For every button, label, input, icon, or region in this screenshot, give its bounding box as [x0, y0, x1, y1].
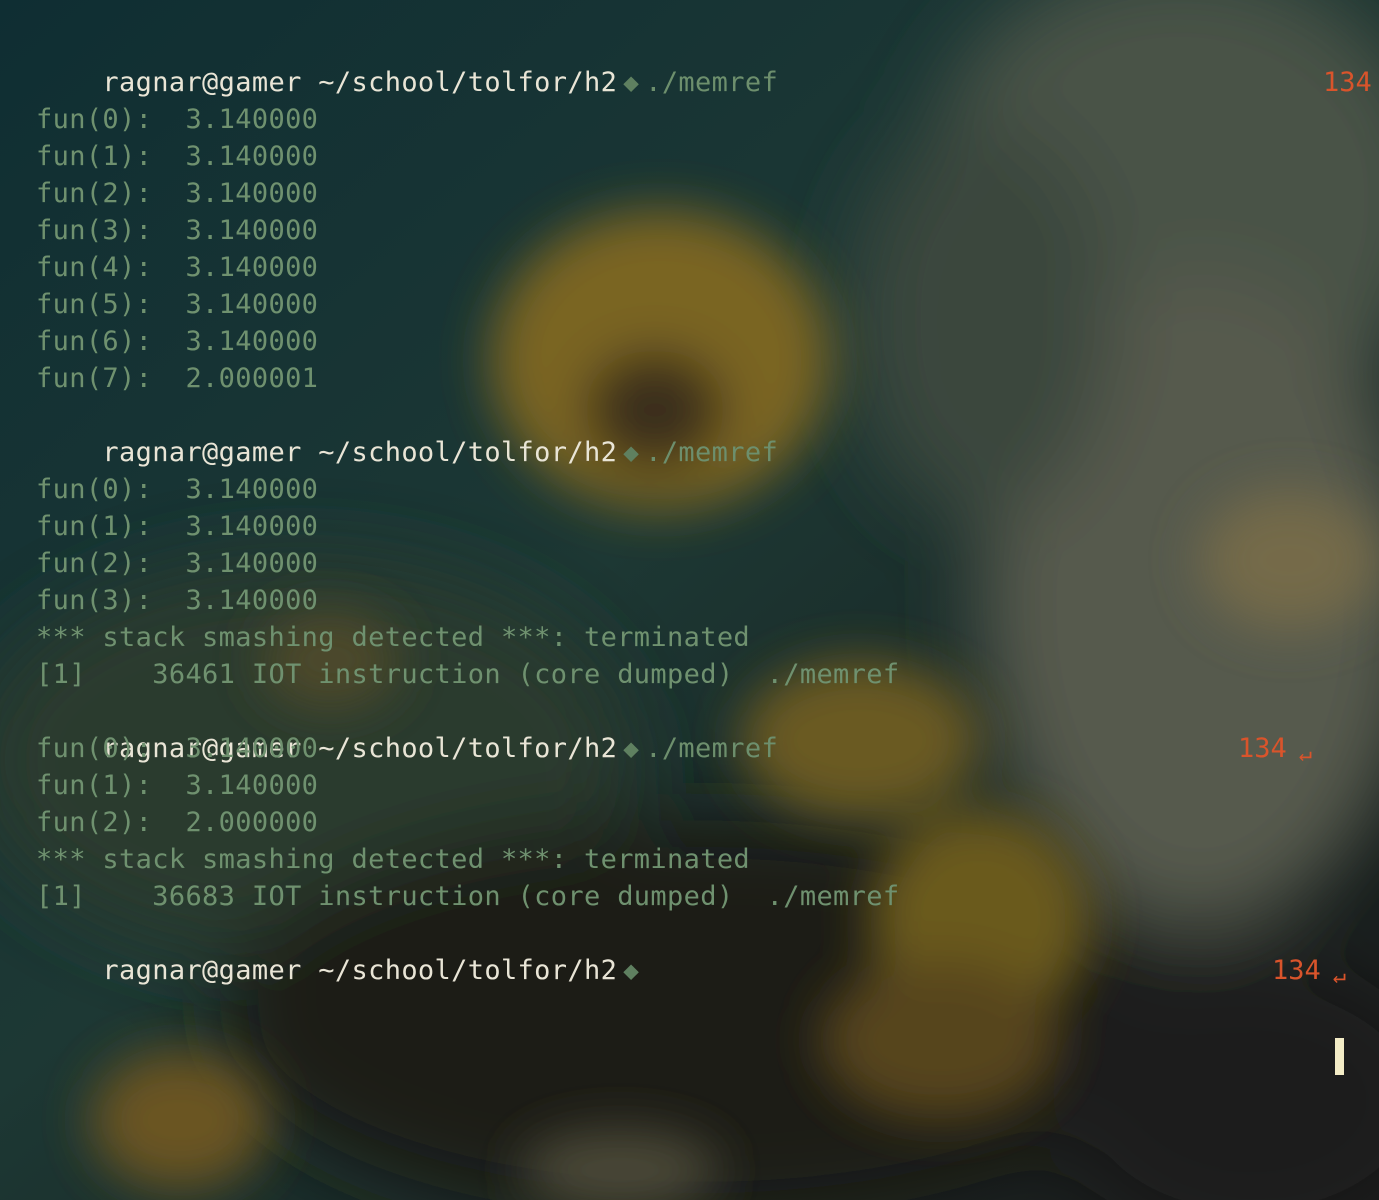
exit-status: 134 ↵ — [1173, 693, 1312, 767]
output-line: [1] 36683 IOT instruction (core dumped) … — [36, 881, 900, 912]
exit-code: 134 — [1323, 67, 1372, 98]
prompt-user-host: ragnar@gamer — [102, 955, 302, 986]
output-line: fun(7): 2.000001 — [36, 363, 319, 394]
output-line: fun(6): 3.140000 — [36, 326, 319, 357]
output-line: fun(3): 3.140000 — [36, 215, 319, 246]
prompt-diamond-icon: ◆ — [623, 734, 640, 764]
output-line: fun(5): 3.140000 — [36, 289, 319, 320]
output-line: fun(4): 3.140000 — [36, 252, 319, 283]
prompt-path: ~/school/tolfor/h2 — [318, 437, 618, 468]
prompt-user-host: ragnar@gamer — [102, 437, 302, 468]
exit-code: 134 — [1272, 955, 1321, 986]
command-text: ./memref — [645, 733, 779, 764]
prompt-line[interactable]: ragnar@gamer ~/school/tolfor/h2 ◆ — [36, 915, 645, 986]
output-line: fun(0): 3.140000 — [36, 104, 319, 135]
exit-status: 134 ↵ — [1207, 915, 1346, 989]
exit-status: 134↵ — [1258, 27, 1379, 98]
prompt-path: ~/school/tolfor/h2 — [318, 955, 618, 986]
terminal-window[interactable]: ragnar@gamer ~/school/tolfor/h2 ◆ ./memref… — [0, 0, 1379, 1200]
output-line: fun(0): 3.140000 — [36, 474, 319, 505]
exit-code: 134 — [1238, 733, 1287, 764]
prompt-diamond-icon: ◆ — [623, 68, 640, 98]
return-icon: ↵ — [1298, 742, 1313, 767]
prompt-line: ragnar@gamer ~/school/tolfor/h2 ◆ ./memref — [36, 27, 778, 98]
output-line: *** stack smashing detected ***: termina… — [36, 622, 751, 653]
output-line: *** stack smashing detected ***: termina… — [36, 844, 751, 875]
text-cursor — [1335, 1038, 1344, 1075]
prompt-line: ragnar@gamer ~/school/tolfor/h2 ◆ ./memref — [36, 693, 778, 764]
prompt-diamond-icon: ◆ — [623, 956, 640, 986]
prompt-diamond-icon: ◆ — [623, 438, 640, 468]
output-line: fun(2): 3.140000 — [36, 548, 319, 579]
prompt-path: ~/school/tolfor/h2 — [318, 67, 618, 98]
command-text: ./memref — [645, 437, 779, 468]
output-line: fun(3): 3.140000 — [36, 585, 319, 616]
command-text: ./memref — [645, 67, 779, 98]
output-line: fun(2): 3.140000 — [36, 178, 319, 209]
output-line: fun(2): 2.000000 — [36, 807, 319, 838]
output-line: fun(1): 3.140000 — [36, 770, 319, 801]
output-line: fun(1): 3.140000 — [36, 511, 319, 542]
output-line: fun(1): 3.140000 — [36, 141, 319, 172]
prompt-line: ragnar@gamer ~/school/tolfor/h2 ◆ ./memref — [36, 397, 778, 468]
return-icon: ↵ — [1332, 964, 1347, 989]
prompt-path: ~/school/tolfor/h2 — [318, 733, 618, 764]
output-line: [1] 36461 IOT instruction (core dumped) … — [36, 659, 900, 690]
prompt-user-host: ragnar@gamer — [102, 67, 302, 98]
output-line: fun(0): 3.140000 — [36, 733, 319, 764]
